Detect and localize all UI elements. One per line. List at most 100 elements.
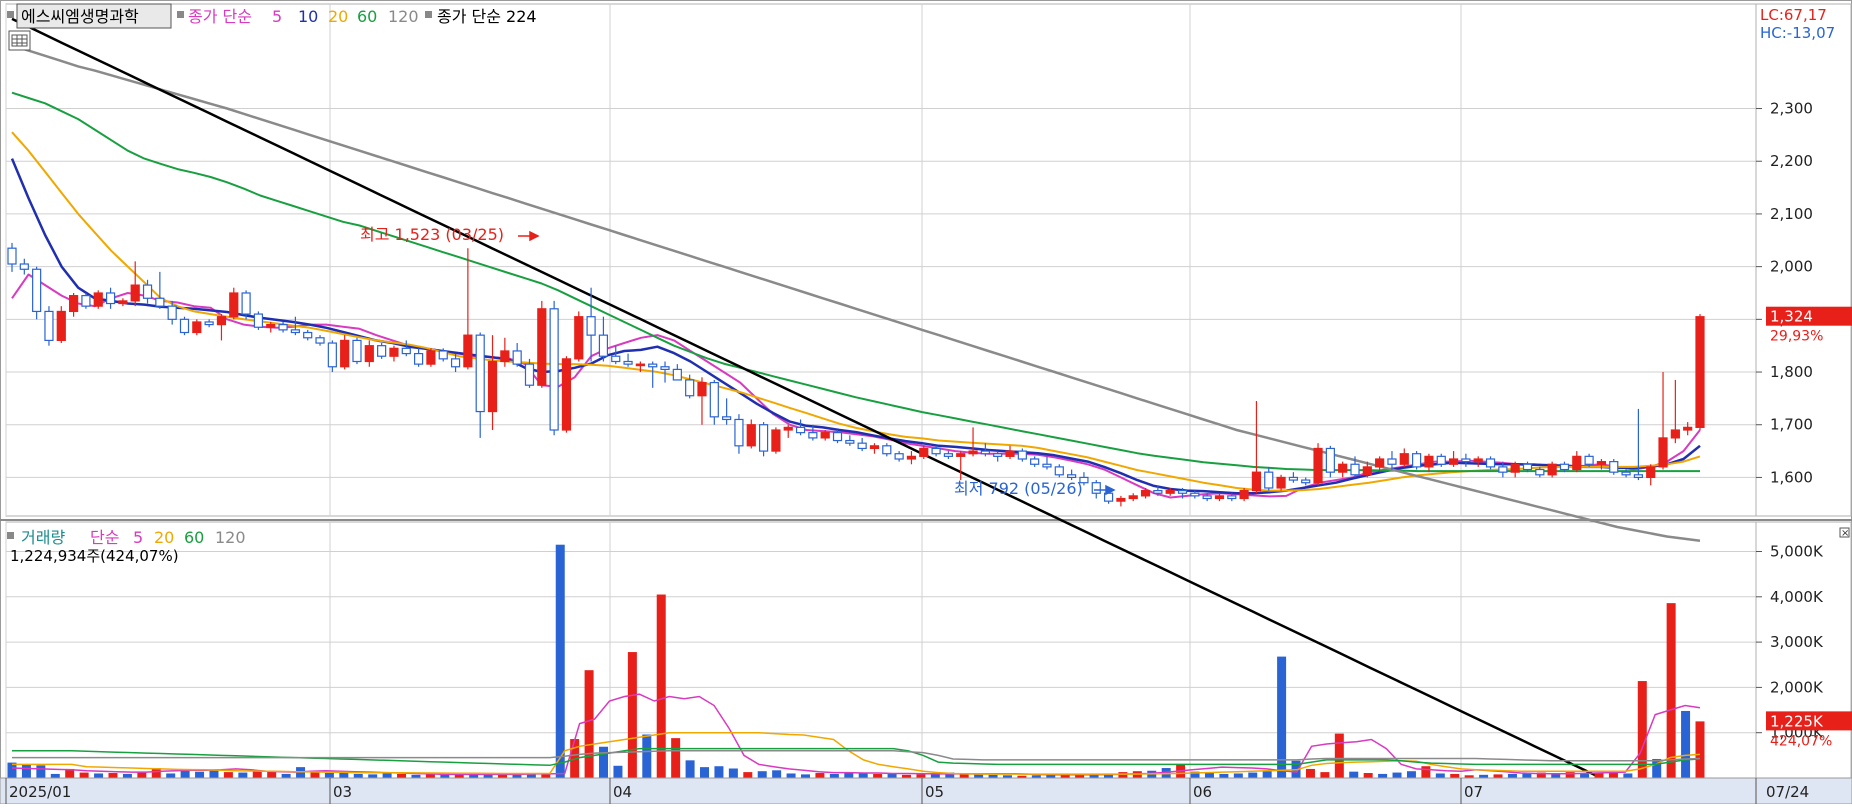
candle[interactable]	[44, 306, 54, 346]
volume-bar[interactable]	[786, 773, 796, 778]
candle[interactable]	[537, 300, 547, 388]
volume-bar[interactable]	[526, 774, 536, 778]
volume-bar[interactable]	[122, 773, 132, 778]
candle[interactable]	[253, 311, 264, 330]
candle[interactable]	[1609, 458, 1619, 475]
volume-bar[interactable]	[1435, 773, 1445, 778]
volume-bar[interactable]	[1421, 766, 1431, 778]
chart-canvas[interactable]: 2,3002,2002,1002,0001,9001,8001,7001,600…	[0, 0, 1852, 808]
volume-bar[interactable]	[1507, 773, 1517, 778]
volume-bar[interactable]	[21, 764, 31, 778]
volume-bar[interactable]	[1522, 773, 1532, 778]
volume-bar[interactable]	[353, 773, 363, 778]
volume-bar[interactable]	[1262, 771, 1272, 778]
candle[interactable]	[1325, 445, 1335, 478]
candle[interactable]	[179, 316, 190, 336]
volume-bar[interactable]	[1406, 771, 1416, 778]
volume-bar[interactable]	[1204, 773, 1214, 778]
candle[interactable]	[1412, 451, 1422, 470]
volume-bar[interactable]	[1681, 710, 1691, 778]
volume-bar[interactable]	[209, 769, 219, 778]
volume-bar[interactable]	[397, 773, 407, 778]
volume-bar[interactable]	[829, 773, 839, 778]
volume-bar[interactable]	[223, 772, 233, 778]
candle[interactable]	[549, 300, 559, 436]
volume-bar[interactable]	[555, 544, 565, 778]
volume-bar[interactable]	[714, 766, 724, 778]
candle[interactable]	[574, 311, 584, 362]
volume-bar[interactable]	[584, 670, 594, 778]
volume-bar[interactable]	[94, 773, 104, 778]
candle[interactable]	[32, 266, 42, 320]
candle[interactable]	[229, 287, 239, 320]
volume-bar[interactable]	[1450, 773, 1460, 778]
stock-chart[interactable]: 2,3002,2002,1002,0001,9001,8001,7001,600…	[0, 0, 1852, 808]
volume-bar[interactable]	[50, 773, 60, 778]
volume-bar[interactable]	[368, 774, 378, 778]
candle[interactable]	[81, 292, 91, 309]
volume-bar[interactable]	[238, 772, 248, 778]
volume-bar[interactable]	[1392, 772, 1402, 778]
volume-bar[interactable]	[267, 771, 277, 778]
volume-bar[interactable]	[1219, 773, 1229, 778]
volume-bar[interactable]	[324, 773, 334, 778]
candle[interactable]	[426, 348, 436, 367]
volume-bar[interactable]	[671, 738, 681, 778]
volume-bar[interactable]	[599, 746, 609, 778]
volume-bar[interactable]	[685, 760, 695, 778]
candle[interactable]	[1695, 314, 1705, 431]
volume-bar[interactable]	[425, 774, 435, 778]
candle[interactable]	[56, 306, 66, 344]
volume-bar[interactable]	[79, 772, 89, 778]
volume-bar[interactable]	[1334, 733, 1344, 778]
volume-bar[interactable]	[916, 774, 926, 778]
candle[interactable]	[327, 340, 337, 373]
candle[interactable]	[192, 319, 202, 336]
volume-bar[interactable]	[1248, 772, 1258, 778]
volume-bar[interactable]	[1695, 721, 1705, 778]
volume-bar[interactable]	[743, 772, 753, 778]
volume-bar[interactable]	[1623, 773, 1633, 778]
volume-bar[interactable]	[137, 772, 147, 778]
volume-bar[interactable]	[1637, 681, 1647, 778]
volume-bar[interactable]	[1493, 774, 1503, 778]
volume-bar[interactable]	[180, 770, 190, 778]
volume-bar[interactable]	[1320, 772, 1330, 778]
volume-bar[interactable]	[700, 767, 710, 778]
volume-bar[interactable]	[757, 771, 767, 778]
candle[interactable]	[561, 356, 572, 433]
candle[interactable]	[771, 427, 781, 454]
volume-bar[interactable]	[728, 768, 738, 778]
candle[interactable]	[93, 290, 103, 309]
candle[interactable]	[1547, 461, 1557, 478]
candle[interactable]	[758, 422, 769, 457]
volume-bar[interactable]	[801, 774, 811, 778]
volume-bar[interactable]	[1666, 603, 1676, 778]
candle[interactable]	[352, 337, 362, 365]
volume-bar[interactable]	[974, 774, 984, 778]
volume-bar[interactable]	[281, 773, 291, 778]
volume-bar[interactable]	[1608, 772, 1618, 778]
volume-bar[interactable]	[815, 773, 825, 778]
volume-bar[interactable]	[627, 652, 637, 778]
volume-bar[interactable]	[382, 773, 392, 778]
candle[interactable]	[1276, 474, 1286, 491]
volume-bar[interactable]	[1594, 773, 1604, 778]
candle[interactable]	[1313, 443, 1323, 486]
volume-bar[interactable]	[1363, 773, 1373, 778]
volume-bar[interactable]	[1349, 771, 1359, 778]
volume-bar[interactable]	[1378, 773, 1388, 778]
volume-bar[interactable]	[1580, 773, 1590, 778]
volume-bar[interactable]	[1233, 773, 1243, 778]
volume-bar[interactable]	[642, 734, 652, 778]
volume-bar[interactable]	[166, 773, 176, 778]
volume-bar[interactable]	[195, 771, 205, 778]
candle[interactable]	[377, 343, 387, 359]
volume-bar[interactable]	[772, 770, 782, 778]
volume-bar[interactable]	[858, 773, 868, 778]
volume-bar[interactable]	[36, 765, 46, 778]
volume-bar[interactable]	[613, 765, 623, 778]
volume-bar[interactable]	[1305, 768, 1315, 778]
candle[interactable]	[340, 335, 350, 370]
volume-bar[interactable]	[108, 773, 118, 778]
